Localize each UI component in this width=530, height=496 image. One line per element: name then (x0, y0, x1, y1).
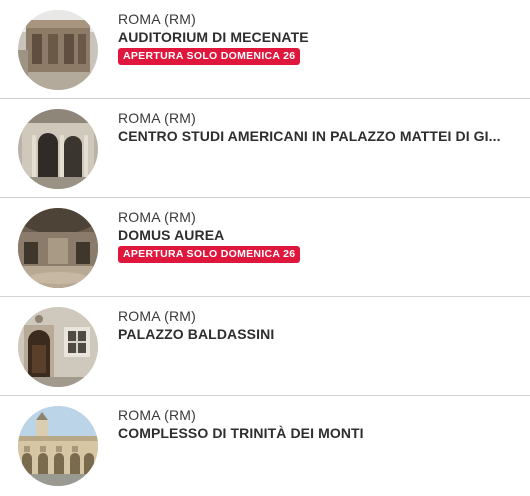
auditorium-photo (18, 10, 98, 90)
venue-list: ROMA (RM) AUDITORIUM DI MECENATE APERTUR… (0, 0, 530, 495)
list-item[interactable]: ROMA (RM) COMPLESSO DI TRINITÀ DEI MONTI (0, 396, 530, 495)
item-title[interactable]: COMPLESSO DI TRINITÀ DEI MONTI (118, 424, 518, 442)
list-item[interactable]: ROMA (RM) PALAZZO BALDASSINI (0, 297, 530, 396)
palazzo-baldassini-photo (18, 307, 98, 387)
list-item[interactable]: ROMA (RM) CENTRO STUDI AMERICANI IN PALA… (0, 99, 530, 198)
status-badge: APERTURA SOLO DOMENICA 26 (118, 48, 301, 65)
item-title[interactable]: DOMUS AUREA (118, 226, 518, 244)
item-title[interactable]: PALAZZO BALDASSINI (118, 325, 518, 343)
status-badge: APERTURA SOLO DOMENICA 26 (118, 246, 301, 263)
item-city: ROMA (RM) (118, 407, 197, 423)
item-city: ROMA (RM) (118, 308, 197, 324)
item-city: ROMA (RM) (118, 209, 197, 225)
item-title[interactable]: AUDITORIUM DI MECENATE (118, 28, 518, 46)
item-city: ROMA (RM) (118, 110, 197, 126)
list-item[interactable]: ROMA (RM) AUDITORIUM DI MECENATE APERTUR… (0, 0, 530, 99)
trinita-dei-monti-photo (18, 406, 98, 486)
item-title[interactable]: CENTRO STUDI AMERICANI IN PALAZZO MATTEI… (118, 127, 518, 145)
palazzo-mattei-photo (18, 109, 98, 189)
item-city: ROMA (RM) (118, 11, 197, 27)
list-item[interactable]: ROMA (RM) DOMUS AUREA APERTURA SOLO DOME… (0, 198, 530, 297)
domus-aurea-photo (18, 208, 98, 288)
